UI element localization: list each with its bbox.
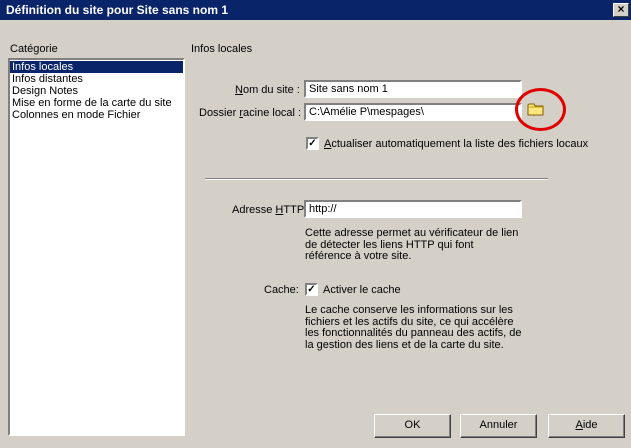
ok-button[interactable]: OK <box>374 414 451 438</box>
http-help-text: Cette adresse permet au vérificateur de … <box>305 227 519 262</box>
category-header: Catégorie <box>10 43 58 55</box>
close-button[interactable]: × <box>613 3 629 17</box>
site-name-label: Nom du site : <box>235 84 300 96</box>
section-divider <box>205 178 548 180</box>
cache-checkbox-label: Activer le cache <box>323 284 401 296</box>
cache-help-text: Le cache conserve les informations sur l… <box>305 304 522 351</box>
category-item-mise-en-forme[interactable]: Mise en forme de la carte du site <box>10 97 183 109</box>
cancel-button[interactable]: Annuler <box>460 414 537 438</box>
category-list[interactable]: Infos locales Infos distantes Design Not… <box>8 58 185 436</box>
root-folder-input[interactable]: C:\Amélie P\mespages\ <box>304 103 522 121</box>
category-item-infos-locales[interactable]: Infos locales <box>10 61 183 73</box>
auto-refresh-checkbox[interactable]: ✓ <box>306 137 319 150</box>
http-label: Adresse HTTP : <box>232 204 311 216</box>
category-item-design-notes[interactable]: Design Notes <box>10 85 183 97</box>
help-button[interactable]: Aide <box>548 414 625 438</box>
category-item-colonnes[interactable]: Colonnes en mode Fichier <box>10 109 183 121</box>
http-address-input[interactable]: http:// <box>304 200 522 218</box>
site-name-input[interactable]: Site sans nom 1 <box>304 80 522 98</box>
auto-refresh-label: Actualiser automatiquement la liste des … <box>324 138 589 150</box>
panel-header: Infos locales <box>191 43 253 55</box>
category-item-infos-distantes[interactable]: Infos distantes <box>10 73 183 85</box>
window-title: Définition du site pour Site sans nom 1 <box>6 3 229 17</box>
root-folder-label: Dossier racine local : <box>199 107 302 119</box>
cache-checkbox[interactable]: ✓ <box>305 283 318 296</box>
cache-label: Cache: <box>264 284 299 296</box>
highlight-circle <box>515 88 566 131</box>
title-bar: Définition du site pour Site sans nom 1 … <box>0 0 631 20</box>
